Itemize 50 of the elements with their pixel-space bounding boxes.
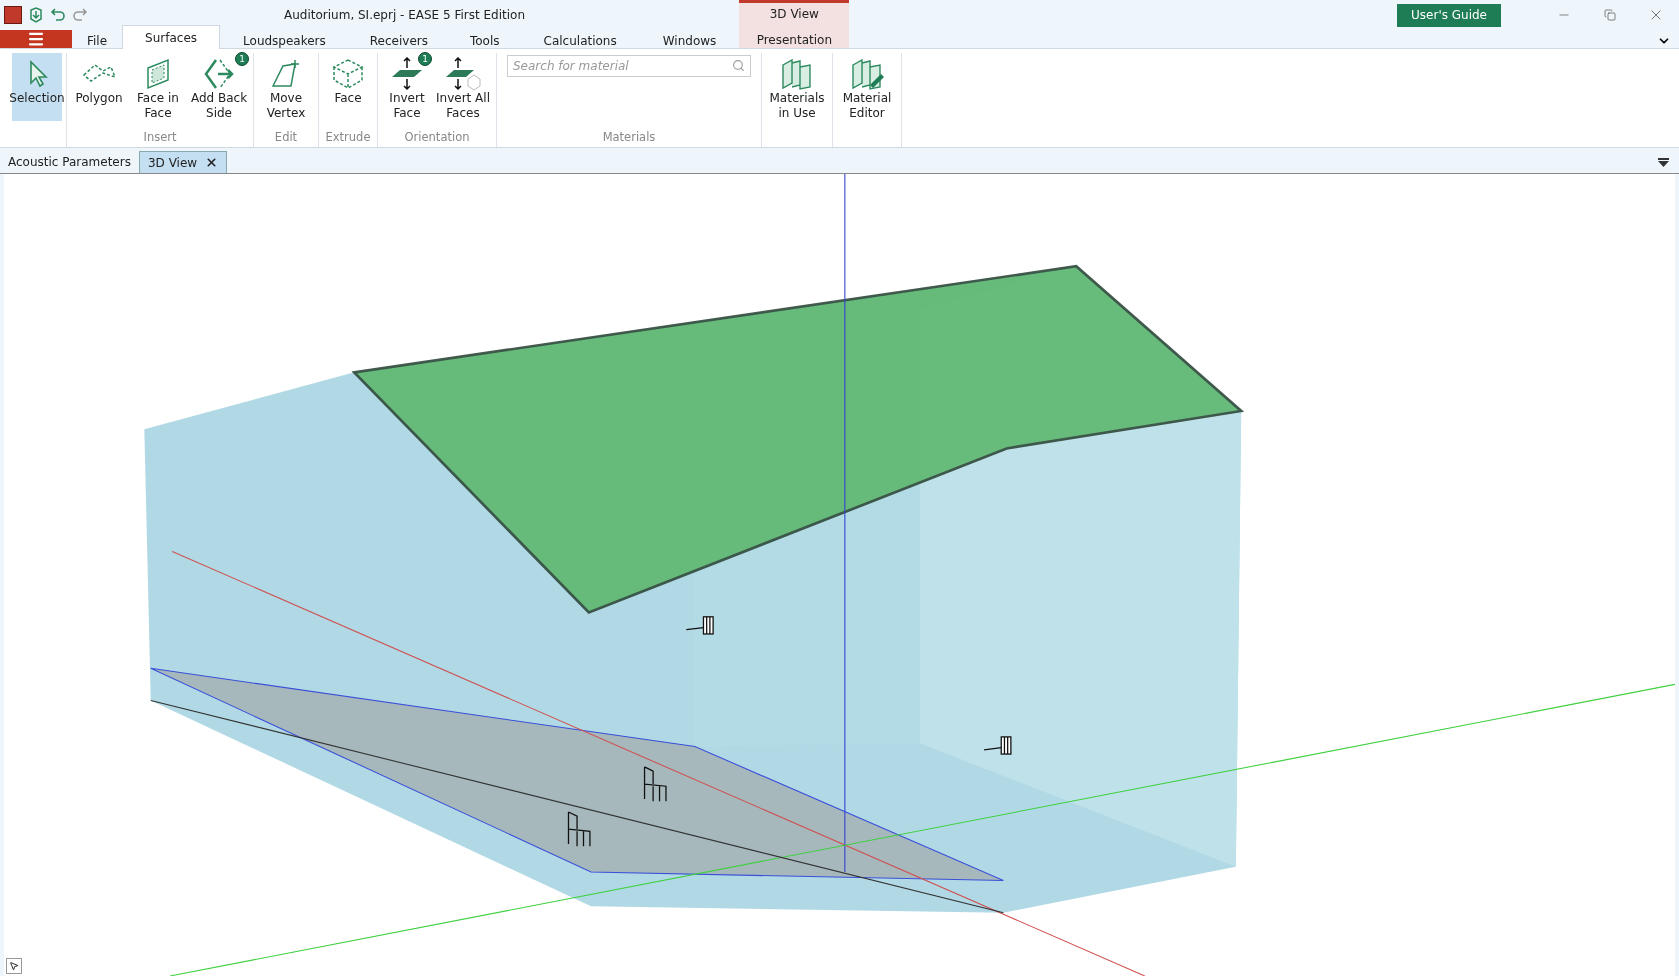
chair-icon [643, 766, 667, 802]
window-title: Auditorium, SI.eprj - EASE 5 First Edition [284, 8, 526, 22]
double-arrow-face-icon [202, 57, 236, 91]
ribbon-button[interactable]: Selection [12, 53, 62, 121]
save-icon[interactable] [28, 7, 44, 23]
ribbon-button[interactable]: Move Vertex [258, 53, 314, 121]
group-label: Edit [273, 130, 299, 146]
menu-icon [27, 30, 45, 48]
chair-icon [567, 811, 591, 847]
flip-plane-cube-icon [444, 57, 482, 91]
ribbon-button[interactable]: Invert All Faces [434, 53, 492, 121]
redo-icon[interactable] [72, 7, 88, 23]
ribbon-tab[interactable]: Windows [639, 31, 740, 49]
search-field[interactable]: Search for material [507, 55, 751, 77]
flip-plane-icon [390, 57, 424, 91]
group-label: Extrude [324, 130, 372, 146]
dropdown-arrow-icon[interactable] [1658, 158, 1669, 167]
document-tab[interactable]: Acoustic Parameters [0, 151, 139, 173]
group-label: Materials [601, 130, 657, 146]
ribbon-button[interactable]: Add Back Side 1 [189, 53, 249, 121]
ribbon-tab[interactable]: Calculations [520, 31, 640, 49]
ribbon-tab[interactable]: Presentation [756, 33, 832, 48]
ribbon-button[interactable]: Polygon [71, 53, 127, 121]
search-icon [732, 59, 745, 72]
group-label: Orientation [403, 130, 471, 146]
count-badge: 1 [418, 52, 432, 66]
menu-button[interactable] [0, 30, 72, 48]
ribbon-button[interactable]: Invert Face 1 [382, 53, 432, 121]
undo-icon[interactable] [50, 7, 66, 23]
loudspeaker-icon [685, 616, 714, 635]
ribbon-button[interactable]: Material Editor [837, 53, 897, 121]
material-books-icon [780, 57, 814, 91]
group-label: Insert [142, 130, 178, 146]
ribbon-button[interactable]: Materials in Use [766, 53, 828, 121]
app-logo-icon [4, 6, 22, 24]
users-guide-button[interactable]: User's Guide [1397, 3, 1501, 27]
dashed-cube-icon [331, 57, 365, 91]
material-books-pen-icon [850, 57, 884, 91]
cursor-mode-icon[interactable] [6, 958, 22, 974]
context-tab-group-label: 3D View [769, 6, 819, 21]
ribbon-tab[interactable]: Tools [448, 31, 521, 49]
ribbon-button[interactable]: Face in Face [129, 53, 187, 121]
ribbon-tab[interactable]: File [72, 31, 123, 49]
ribbon-tab[interactable]: Loudspeakers [220, 31, 349, 49]
loudspeaker-icon [983, 736, 1012, 755]
ribbon-button[interactable]: Face [323, 53, 373, 121]
document-tab[interactable]: 3D View [138, 151, 228, 173]
ribbon-tab[interactable]: Surfaces [122, 25, 221, 49]
ribbon-tab[interactable]: Receivers [348, 31, 449, 49]
count-badge: 1 [235, 52, 249, 66]
